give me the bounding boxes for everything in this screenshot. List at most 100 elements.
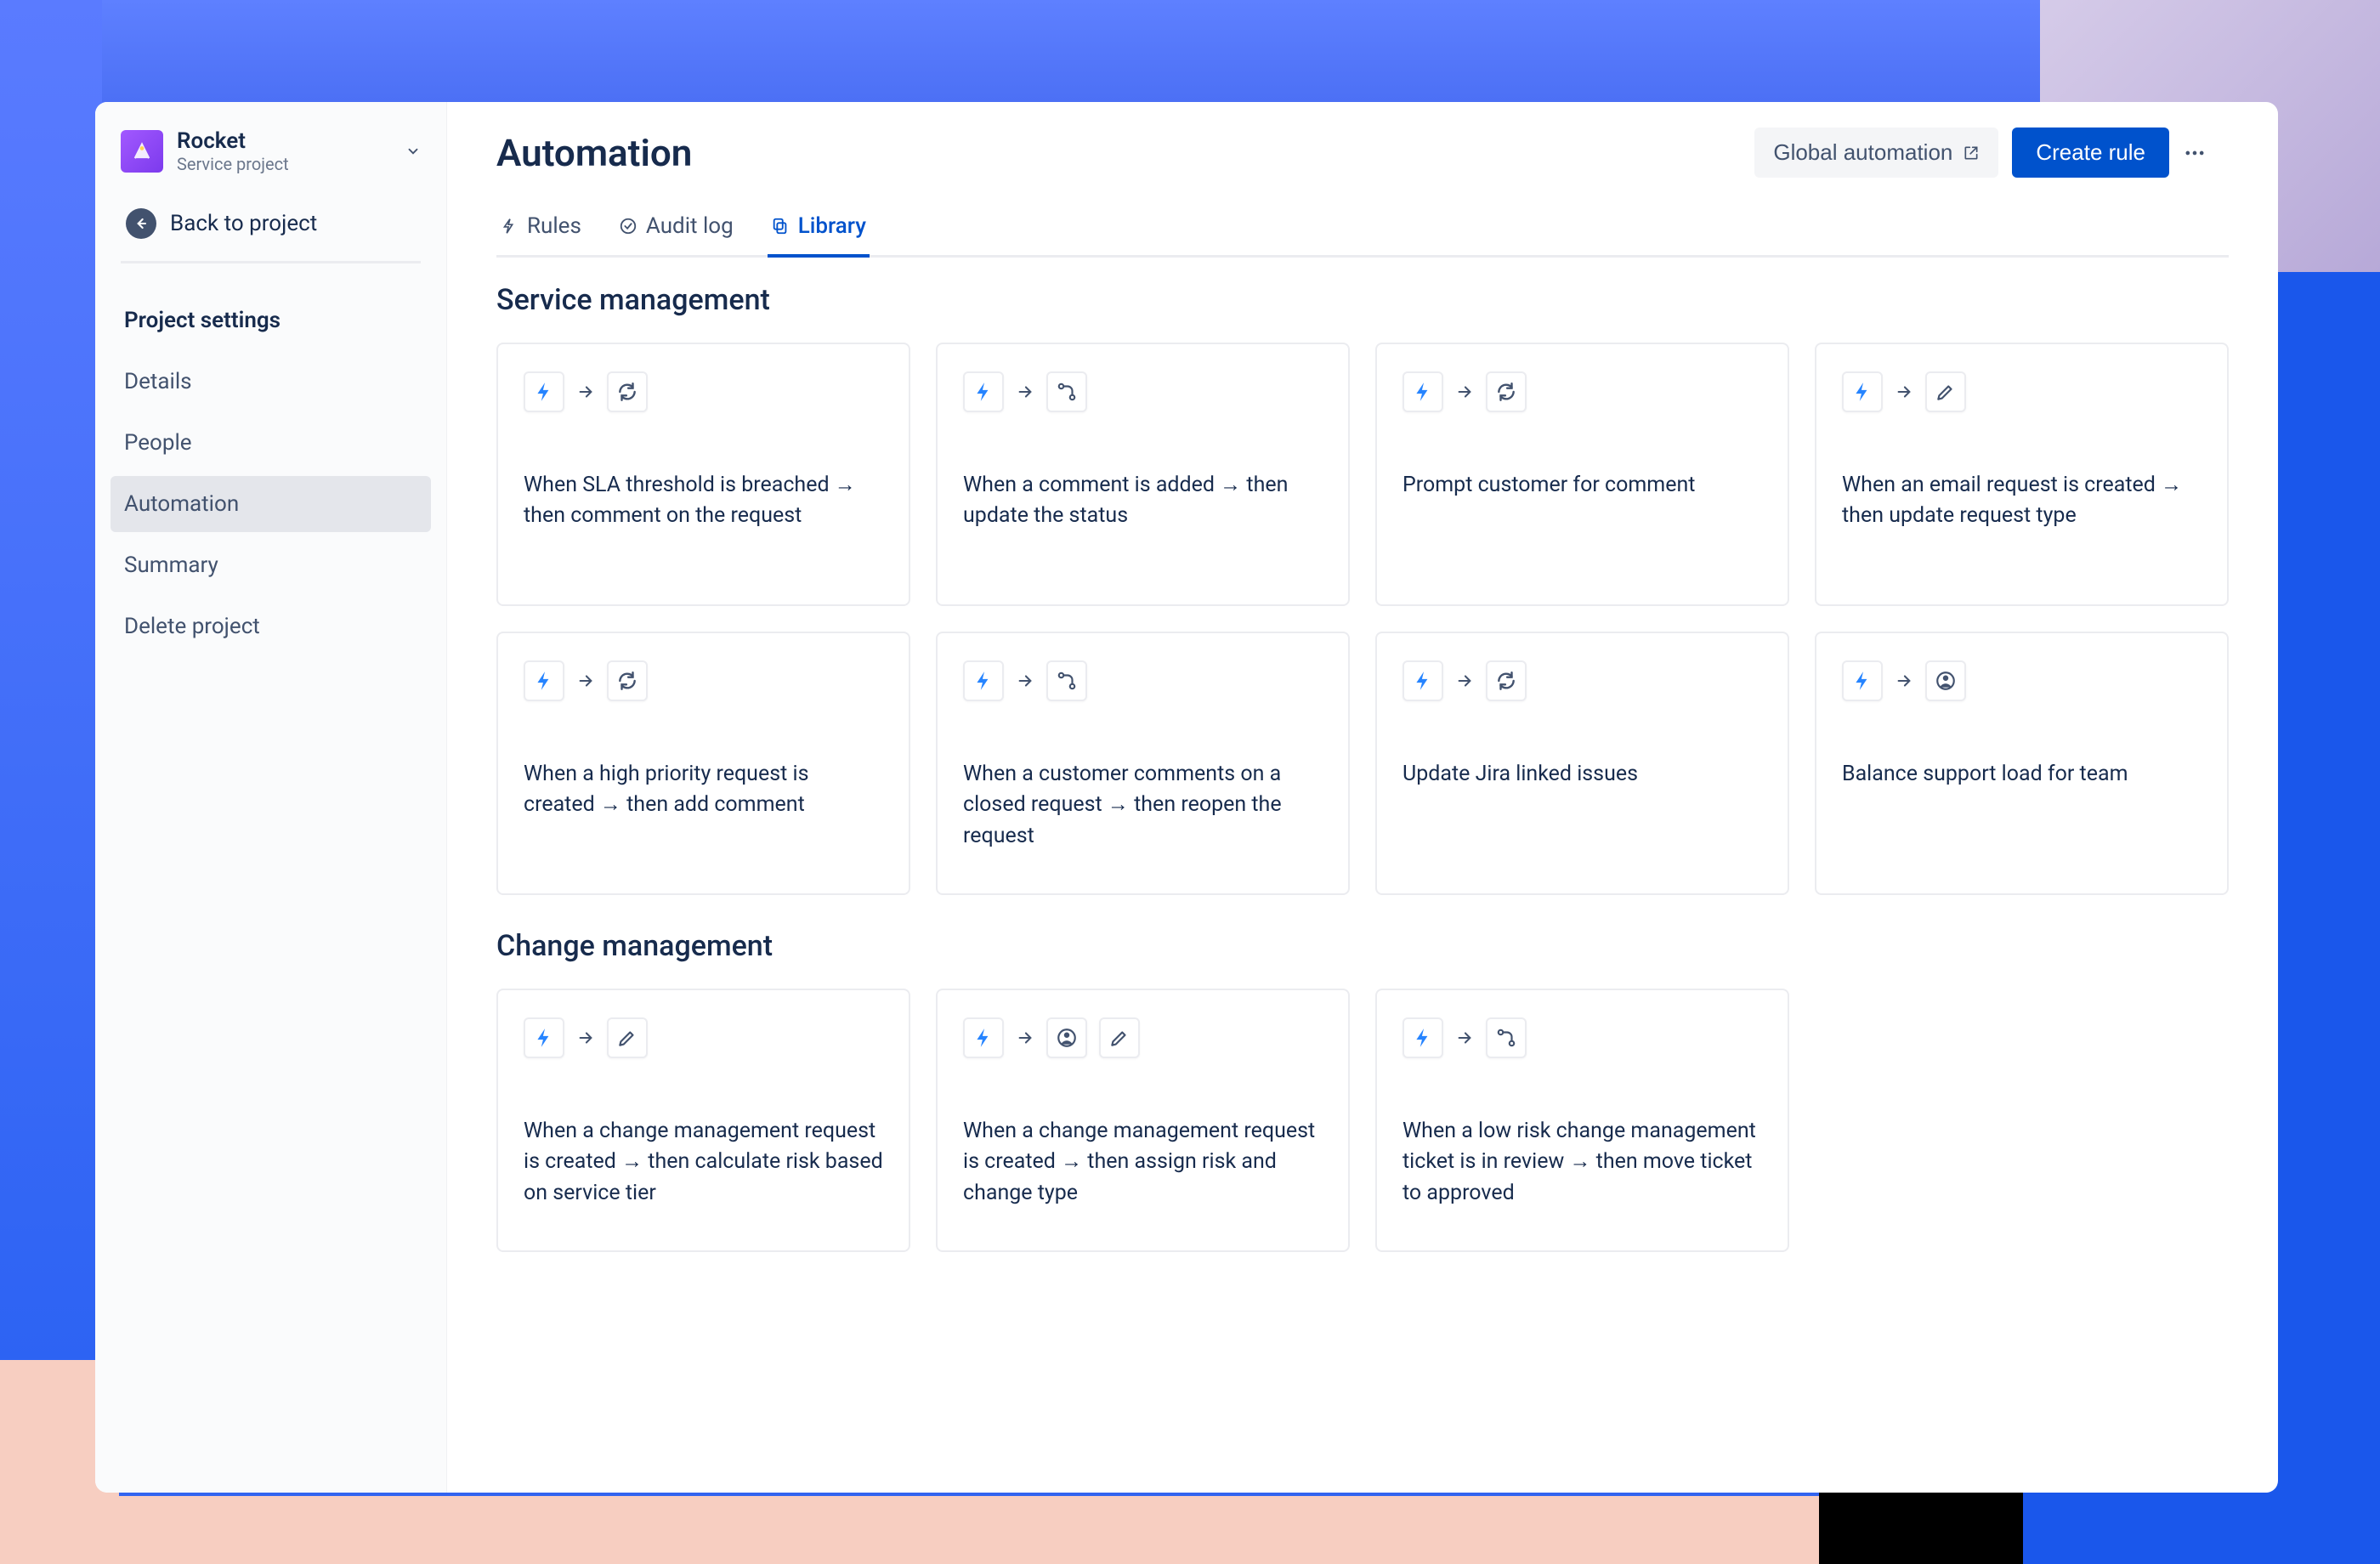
create-rule-label: Create rule — [2036, 139, 2145, 165]
refresh-icon — [607, 660, 648, 701]
rule-card[interactable]: Balance support load for team — [1815, 632, 2229, 895]
bolt-icon — [963, 1017, 1004, 1058]
edit-icon — [1099, 1017, 1140, 1058]
edit-icon — [607, 1017, 648, 1058]
arrow-icon — [576, 672, 595, 690]
sidebar-item-people[interactable]: People — [110, 415, 431, 471]
sidebar-item-summary[interactable]: Summary — [110, 537, 431, 593]
card-icons — [1842, 371, 2202, 412]
person-icon — [1925, 660, 1966, 701]
rule-card[interactable]: When a customer comments on a closed req… — [936, 632, 1350, 895]
card-icons — [963, 1017, 1323, 1058]
card-description: When an email request is created → then … — [1842, 470, 2202, 532]
person-icon — [1046, 1017, 1087, 1058]
global-automation-button[interactable]: Global automation — [1754, 128, 1998, 178]
card-icons — [963, 660, 1323, 701]
check-icon — [619, 217, 638, 235]
rule-card[interactable]: When a high priority request is created … — [496, 632, 910, 895]
tabs: Rules Audit log Library — [496, 208, 2229, 258]
rule-card[interactable]: When a change management request is crea… — [496, 989, 910, 1252]
branch-icon — [1486, 1017, 1527, 1058]
tab-rules[interactable]: Rules — [496, 208, 585, 258]
copy-icon — [771, 217, 790, 235]
card-description: When a low risk change management ticket… — [1402, 1116, 1762, 1209]
tab-label: Rules — [527, 213, 581, 239]
sidebar-item-project-settings: Project settings — [110, 292, 431, 348]
card-description: When SLA threshold is breached → then co… — [524, 470, 883, 532]
arrow-icon — [576, 1028, 595, 1047]
card-description: When a high priority request is created … — [524, 759, 883, 821]
card-icons — [1402, 371, 1762, 412]
refresh-icon — [1486, 660, 1527, 701]
arrow-icon — [1455, 382, 1474, 401]
sidebar-item-automation[interactable]: Automation — [110, 476, 431, 532]
bolt-icon — [1402, 1017, 1443, 1058]
rule-card[interactable]: When a change management request is crea… — [936, 989, 1350, 1252]
card-grid: When SLA threshold is breached → then co… — [496, 343, 2229, 895]
more-actions-button[interactable] — [2183, 130, 2229, 176]
bolt-icon — [1402, 660, 1443, 701]
global-automation-label: Global automation — [1773, 139, 1952, 166]
card-icons — [524, 371, 883, 412]
branch-icon — [1046, 660, 1087, 701]
sidebar-item-delete-project[interactable]: Delete project — [110, 598, 431, 654]
arrow-icon — [1455, 1028, 1474, 1047]
bg-decoration — [102, 0, 2040, 102]
arrow-icon — [1895, 382, 1913, 401]
card-description: Prompt customer for comment — [1402, 470, 1762, 501]
card-icons — [1402, 1017, 1762, 1058]
section-title: Service management — [496, 283, 2229, 317]
card-icons — [963, 371, 1323, 412]
card-icons — [1842, 660, 2202, 701]
bolt-icon — [524, 371, 564, 412]
rule-card[interactable]: Update Jira linked issues — [1375, 632, 1789, 895]
tab-audit-log[interactable]: Audit log — [615, 208, 737, 258]
meatball-icon — [2183, 141, 2207, 165]
bolt-icon — [1842, 371, 1883, 412]
page-title: Automation — [496, 131, 692, 175]
chevron-down-icon — [405, 144, 421, 159]
rule-card[interactable]: When a low risk change management ticket… — [1375, 989, 1789, 1252]
rule-card[interactable]: Prompt customer for comment — [1375, 343, 1789, 606]
bolt-icon — [500, 217, 518, 235]
refresh-icon — [1486, 371, 1527, 412]
arrow-icon — [1016, 672, 1034, 690]
card-grid: When a change management request is crea… — [496, 989, 2229, 1252]
card-icons — [524, 660, 883, 701]
create-rule-button[interactable]: Create rule — [2012, 128, 2169, 178]
header-actions: Global automation Create rule — [1754, 128, 2229, 178]
library-sections: Service management When SLA threshold is … — [496, 283, 2229, 1252]
tab-label: Audit log — [646, 213, 734, 239]
bolt-icon — [963, 660, 1004, 701]
main-content: Automation Global automation Create rule… — [447, 102, 2278, 1493]
card-icons — [524, 1017, 883, 1058]
arrow-icon — [1455, 672, 1474, 690]
back-label: Back to project — [170, 211, 317, 236]
external-link-icon — [1963, 144, 1980, 162]
arrow-icon — [576, 382, 595, 401]
arrow-icon — [1895, 672, 1913, 690]
branch-icon — [1046, 371, 1087, 412]
project-name: Rocket — [177, 129, 289, 154]
main-header: Automation Global automation Create rule — [496, 128, 2229, 178]
project-subtitle: Service project — [177, 154, 289, 174]
card-icons — [1402, 660, 1762, 701]
back-to-project[interactable]: Back to project — [121, 201, 421, 264]
rule-card[interactable]: When an email request is created → then … — [1815, 343, 2229, 606]
card-description: Update Jira linked issues — [1402, 759, 1762, 790]
sidebar-nav: Project settings DetailsPeopleAutomationS… — [95, 292, 446, 654]
arrow-icon — [1016, 1028, 1034, 1047]
sidebar-item-details[interactable]: Details — [110, 354, 431, 410]
card-description: Balance support load for team — [1842, 759, 2202, 790]
rule-card[interactable]: When a comment is added → then update th… — [936, 343, 1350, 606]
rule-card[interactable]: When SLA threshold is breached → then co… — [496, 343, 910, 606]
bolt-icon — [963, 371, 1004, 412]
bolt-icon — [524, 660, 564, 701]
project-switcher[interactable]: Rocket Service project — [95, 126, 446, 183]
card-description: When a comment is added → then update th… — [963, 470, 1323, 532]
back-arrow-icon — [126, 208, 156, 239]
card-description: When a customer comments on a closed req… — [963, 759, 1323, 852]
tab-library[interactable]: Library — [768, 208, 870, 258]
arrow-icon — [1016, 382, 1034, 401]
bolt-icon — [1842, 660, 1883, 701]
